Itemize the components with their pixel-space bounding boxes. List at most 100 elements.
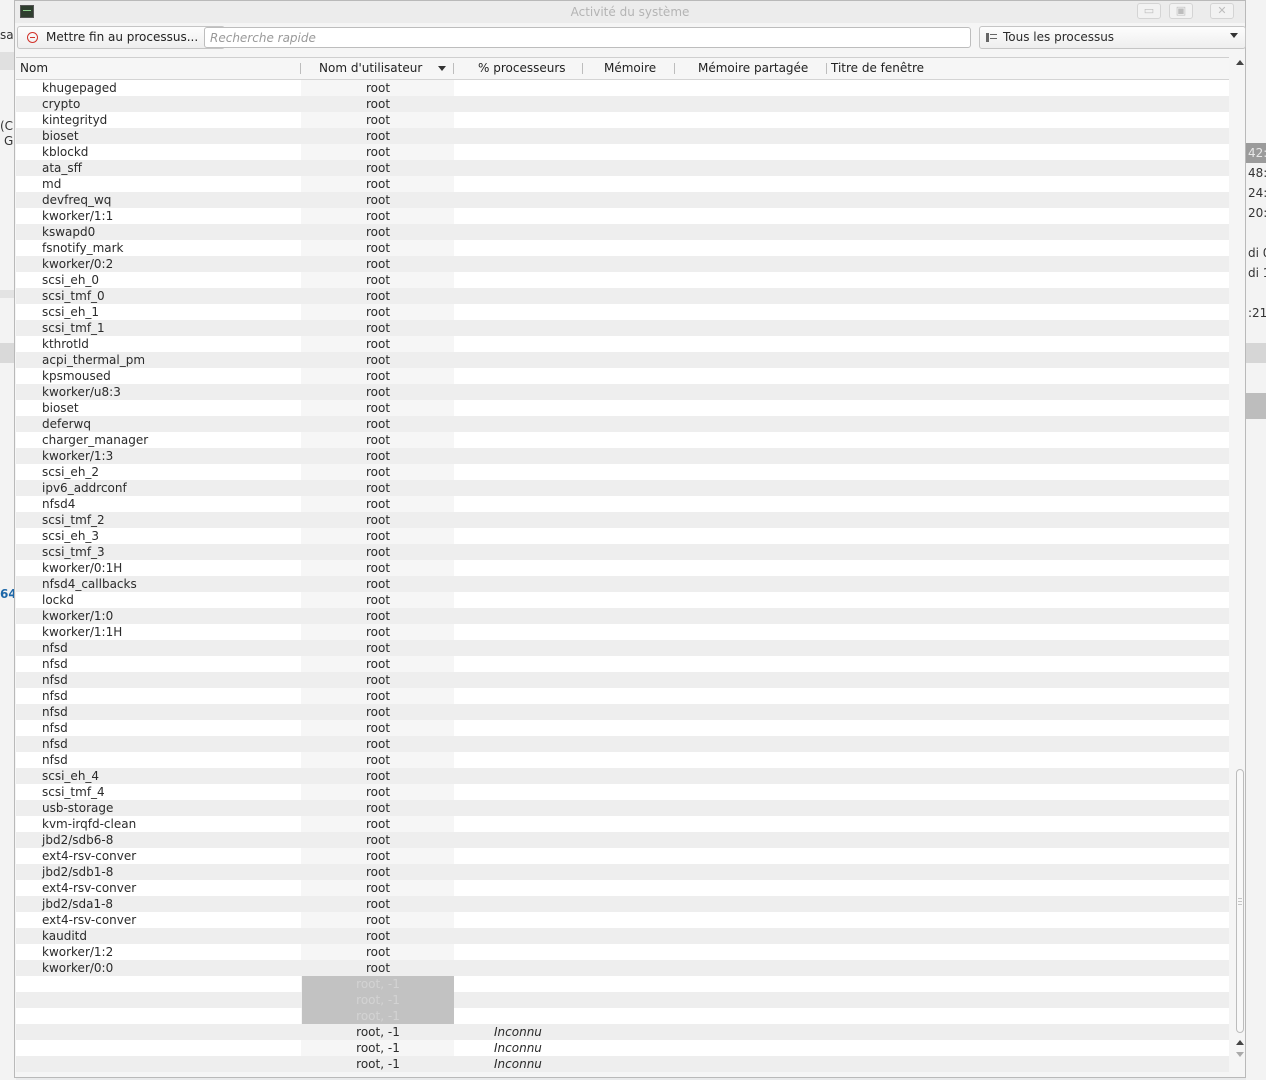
- table-row[interactable]: ext4-rsv-conver root: [16, 848, 1229, 864]
- table-row[interactable]: kvm-irqfd-clean root: [16, 816, 1229, 832]
- list-view-icon: [986, 33, 997, 42]
- process-name-cell: scsi_tmf_1: [42, 321, 105, 335]
- title-bar[interactable]: Activité du système ▭ ▣ ✕: [15, 1, 1245, 23]
- table-row[interactable]: nfsd root: [16, 656, 1229, 672]
- process-cpu-cell: Inconnu: [494, 1025, 542, 1039]
- column-separator[interactable]: [300, 63, 301, 74]
- table-row[interactable]: kworker/u8:3 root: [16, 384, 1229, 400]
- column-separator[interactable]: [674, 63, 675, 74]
- scrollbar-grip: [1238, 901, 1242, 902]
- table-row[interactable]: nfsd root: [16, 736, 1229, 752]
- table-row[interactable]: kworker/1:0 root: [16, 608, 1229, 624]
- table-row[interactable]: nfsd root: [16, 640, 1229, 656]
- table-row[interactable]: nfsd4 root: [16, 496, 1229, 512]
- table-row[interactable]: devfreq_wq root: [16, 192, 1229, 208]
- table-row[interactable]: bioset root: [16, 400, 1229, 416]
- close-button[interactable]: ✕: [1210, 3, 1234, 19]
- minimize-button[interactable]: ▭: [1137, 3, 1161, 19]
- table-row[interactable]: fsnotify_mark root: [16, 240, 1229, 256]
- table-row[interactable]: nfsd root: [16, 704, 1229, 720]
- scroll-up-arrow-icon[interactable]: [1236, 60, 1244, 65]
- table-row[interactable]: scsi_eh_4 root: [16, 768, 1229, 784]
- column-header-memory[interactable]: Mémoire: [604, 58, 656, 79]
- table-row[interactable]: root, -1: [16, 976, 1229, 992]
- process-user-cell: root: [365, 433, 391, 447]
- table-row[interactable]: usb-storage root: [16, 800, 1229, 816]
- table-row[interactable]: scsi_tmf_3 root: [16, 544, 1229, 560]
- table-row[interactable]: kintegrityd root: [16, 112, 1229, 128]
- maximize-button[interactable]: ▣: [1169, 3, 1193, 19]
- end-process-label: Mettre fin au processus...: [46, 30, 199, 44]
- table-row[interactable]: ata_sff root: [16, 160, 1229, 176]
- table-row[interactable]: ext4-rsv-conver root: [16, 912, 1229, 928]
- table-row[interactable]: kworker/1:1H root: [16, 624, 1229, 640]
- table-row[interactable]: crypto root: [16, 96, 1229, 112]
- table-row[interactable]: scsi_eh_1 root: [16, 304, 1229, 320]
- table-row[interactable]: md root: [16, 176, 1229, 192]
- table-row[interactable]: kworker/0:0 root: [16, 960, 1229, 976]
- table-row[interactable]: ipv6_addrconf root: [16, 480, 1229, 496]
- column-header-window-title[interactable]: Titre de fenêtre: [831, 58, 924, 79]
- table-row[interactable]: kworker/1:1 root: [16, 208, 1229, 224]
- process-name-cell: bioset: [42, 401, 79, 415]
- table-row[interactable]: nfsd root: [16, 672, 1229, 688]
- table-row[interactable]: khugepaged root: [16, 80, 1229, 96]
- process-cpu-cell: Inconnu: [494, 1057, 542, 1071]
- table-row[interactable]: nfsd root: [16, 720, 1229, 736]
- end-process-button[interactable]: Mettre fin au processus...: [17, 26, 225, 49]
- table-row[interactable]: nfsd root: [16, 752, 1229, 768]
- table-row[interactable]: kblockd root: [16, 144, 1229, 160]
- table-row[interactable]: deferwq root: [16, 416, 1229, 432]
- table-row[interactable]: jbd2/sdb6-8 root: [16, 832, 1229, 848]
- table-row[interactable]: charger_manager root: [16, 432, 1229, 448]
- process-name-cell: ext4-rsv-conver: [42, 881, 137, 895]
- process-user-cell: root: [365, 369, 391, 383]
- process-user-cell: root: [365, 225, 391, 239]
- table-row[interactable]: scsi_tmf_0 root: [16, 288, 1229, 304]
- table-row[interactable]: nfsd4_callbacks root: [16, 576, 1229, 592]
- table-row[interactable]: scsi_eh_3 root: [16, 528, 1229, 544]
- table-row[interactable]: lockd root: [16, 592, 1229, 608]
- table-row[interactable]: root, -1 Inconnu: [16, 1056, 1229, 1072]
- process-filter-dropdown[interactable]: Tous les processus: [979, 26, 1246, 49]
- table-row[interactable]: root, -1: [16, 1008, 1229, 1024]
- table-row[interactable]: scsi_eh_2 root: [16, 464, 1229, 480]
- table-row[interactable]: root, -1: [16, 992, 1229, 1008]
- scrollbar-thumb[interactable]: [1236, 769, 1244, 1033]
- table-row[interactable]: bioset root: [16, 128, 1229, 144]
- process-cpu-cell: Inconnu: [494, 1041, 542, 1055]
- column-header-name[interactable]: Nom: [20, 58, 48, 79]
- vertical-scrollbar[interactable]: [1234, 57, 1246, 1071]
- table-row[interactable]: kpsmoused root: [16, 368, 1229, 384]
- column-header-shared-memory[interactable]: Mémoire partagée: [698, 58, 808, 79]
- table-row[interactable]: scsi_tmf_2 root: [16, 512, 1229, 528]
- table-row[interactable]: kworker/0:2 root: [16, 256, 1229, 272]
- process-name-cell: ext4-rsv-conver: [42, 913, 137, 927]
- table-row[interactable]: nfsd root: [16, 688, 1229, 704]
- scroll-down-arrow-icon[interactable]: [1236, 1052, 1244, 1057]
- table-row[interactable]: jbd2/sda1-8 root: [16, 896, 1229, 912]
- process-user-cell: root: [365, 673, 391, 687]
- process-user-cell: root: [365, 849, 391, 863]
- table-row[interactable]: kauditd root: [16, 928, 1229, 944]
- table-row[interactable]: scsi_eh_0 root: [16, 272, 1229, 288]
- table-row[interactable]: kworker/0:1H root: [16, 560, 1229, 576]
- column-separator[interactable]: [453, 63, 454, 74]
- column-separator[interactable]: [826, 63, 827, 74]
- table-row[interactable]: kthrotld root: [16, 336, 1229, 352]
- table-row[interactable]: jbd2/sdb1-8 root: [16, 864, 1229, 880]
- scroll-up-arrow-icon[interactable]: [1236, 1040, 1244, 1045]
- quick-search-input[interactable]: [204, 27, 971, 48]
- table-row[interactable]: kswapd0 root: [16, 224, 1229, 240]
- table-row[interactable]: scsi_tmf_4 root: [16, 784, 1229, 800]
- table-row[interactable]: root, -1 Inconnu: [16, 1024, 1229, 1040]
- table-row[interactable]: root, -1 Inconnu: [16, 1040, 1229, 1056]
- column-header-cpu[interactable]: % processeurs: [478, 58, 566, 79]
- table-row[interactable]: kworker/1:3 root: [16, 448, 1229, 464]
- column-separator[interactable]: [582, 63, 583, 74]
- table-row[interactable]: acpi_thermal_pm root: [16, 352, 1229, 368]
- table-row[interactable]: ext4-rsv-conver root: [16, 880, 1229, 896]
- table-row[interactable]: kworker/1:2 root: [16, 944, 1229, 960]
- table-row[interactable]: scsi_tmf_1 root: [16, 320, 1229, 336]
- column-header-user[interactable]: Nom d'utilisateur: [319, 58, 422, 79]
